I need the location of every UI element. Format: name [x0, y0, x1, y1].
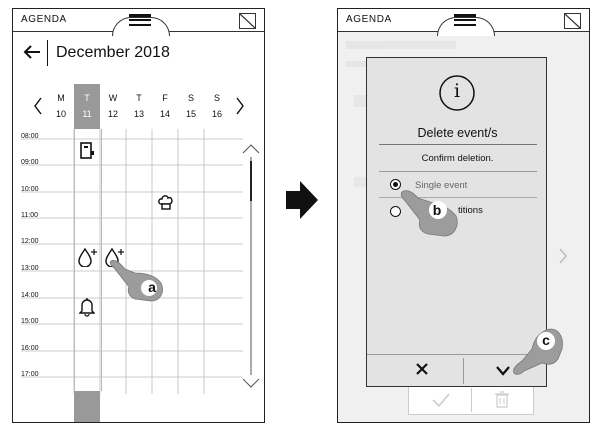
- subheading-separator: [379, 171, 537, 172]
- calendar-grid[interactable]: [13, 9, 265, 423]
- button-divider: [463, 358, 464, 384]
- callout-label-a: a: [148, 279, 156, 295]
- hand-pointer-icon: [513, 328, 563, 375]
- left-screen: AGENDA December 2018 M 10 T 11 W 12 T 13…: [12, 8, 265, 423]
- drop-plus-icon[interactable]: [77, 245, 99, 267]
- window-icon[interactable]: [564, 13, 581, 29]
- bell-icon[interactable]: [79, 297, 95, 317]
- dialog-subheading: Confirm deletion.: [421, 153, 494, 164]
- top-bar: AGENDA: [338, 9, 589, 36]
- background-chevron-icon: [559, 248, 567, 264]
- dialog-heading: Delete event/s: [417, 126, 498, 140]
- transition-arrow-icon: [286, 181, 318, 219]
- check-icon: [432, 393, 450, 408]
- right-screen: AGENDA i Delete event/s Confirm deletion…: [337, 8, 590, 423]
- hand-pointer-icon: [109, 260, 163, 302]
- trash-icon: [495, 391, 509, 408]
- scrollbar[interactable]: [241, 141, 261, 391]
- callout-label-c: c: [542, 332, 550, 348]
- callout-label-b: b: [432, 202, 442, 218]
- info-symbol: i: [453, 80, 461, 102]
- app-title: AGENDA: [346, 14, 392, 25]
- chef-hat-icon[interactable]: [157, 193, 175, 211]
- ghost-bottom-bar: [408, 385, 534, 415]
- oven-icon[interactable]: [79, 142, 95, 160]
- heading-separator: [379, 144, 537, 145]
- cancel-x-icon[interactable]: [415, 362, 429, 376]
- menu-icon[interactable]: [454, 14, 476, 27]
